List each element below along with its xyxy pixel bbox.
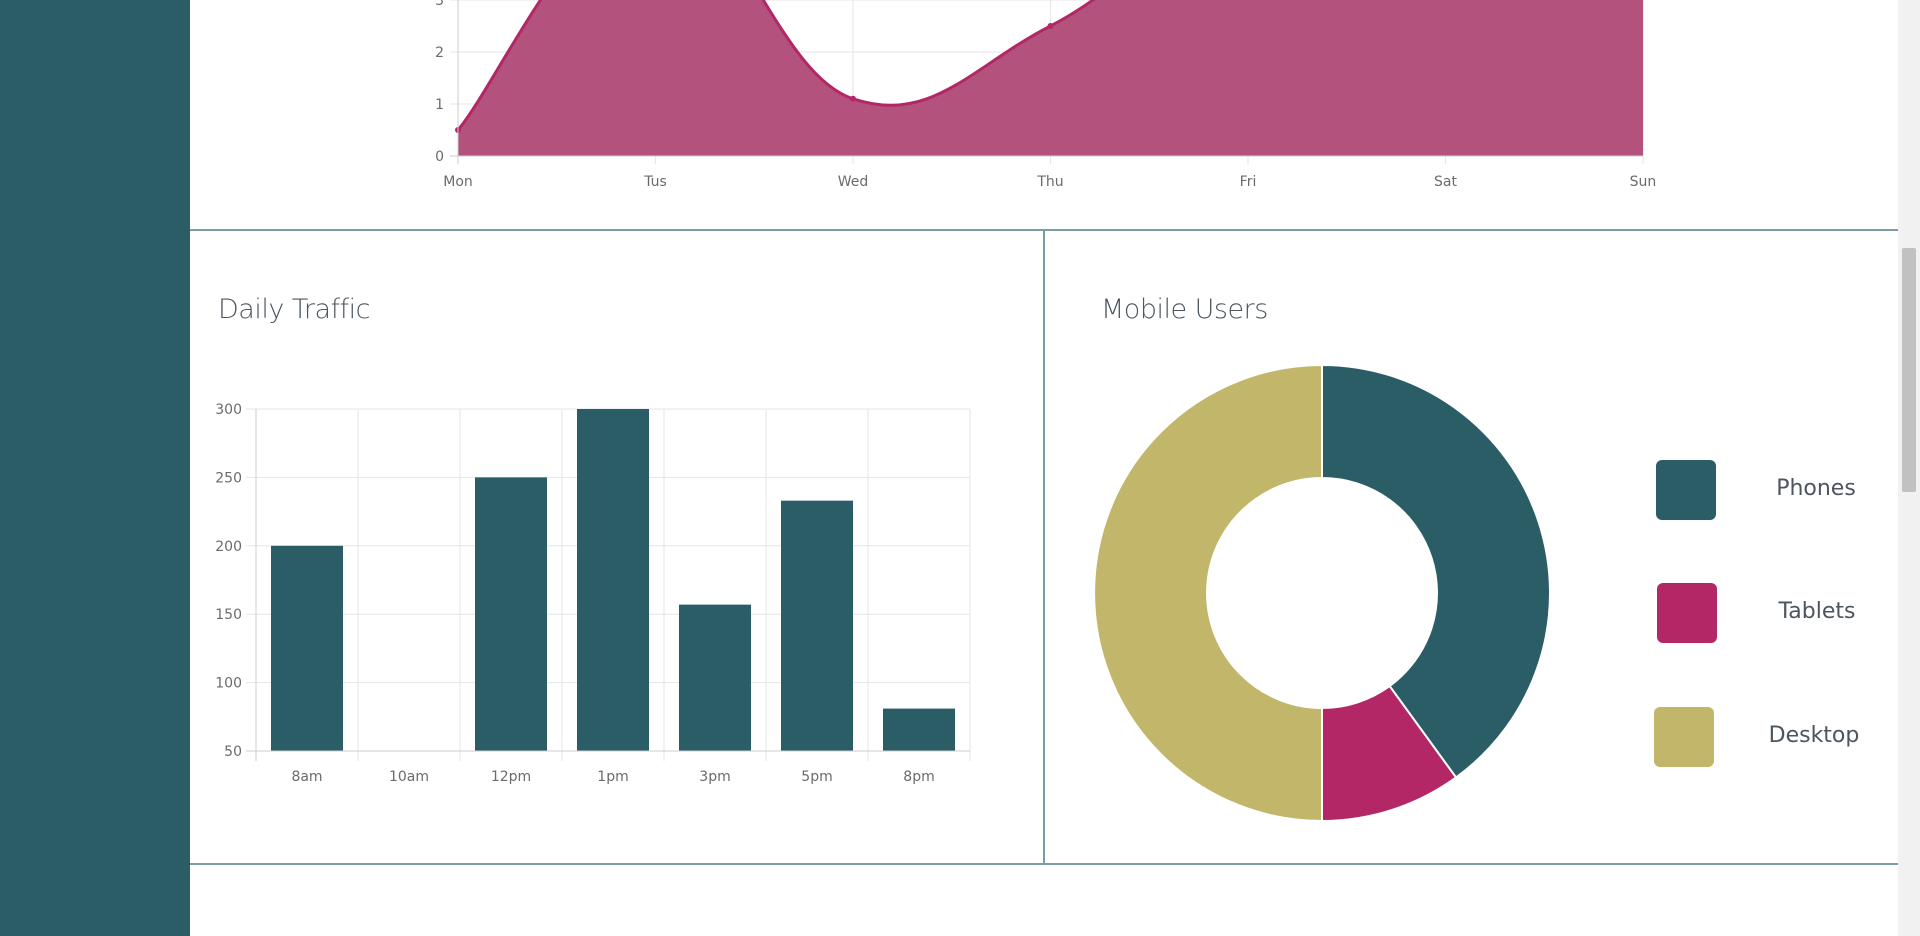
bar-y-tick-label: 300: [215, 402, 242, 418]
legend-item-phones: Phones: [1656, 460, 1896, 524]
bar-y-tick-label: 250: [215, 470, 242, 486]
bar-y-tick-label: 50: [224, 744, 242, 760]
legend-swatch-desktop: [1654, 707, 1714, 767]
weekly-y-tick-label: 0: [435, 149, 444, 165]
daily-traffic-chart: 50 100 150 200 250 300 8am 10am 12pm 1pm 3pm 5pm 8pm: [215, 402, 971, 785]
weekly-x-tick-label: Sat: [1434, 174, 1457, 190]
legend-swatch-phones: [1656, 460, 1716, 520]
weekly-y-tick-label: 1: [435, 97, 444, 113]
weekly-x-tick-label: Fri: [1240, 174, 1257, 190]
mobile-users-chart: [1093, 363, 1551, 823]
mobile-users-title: Mobile Users: [1101, 294, 1268, 325]
sidebar: [0, 0, 190, 936]
bar-x-tick-label: 3pm: [699, 769, 730, 785]
weekly-point: [1047, 23, 1054, 29]
legend-label-tablets: Tablets: [1778, 599, 1856, 624]
bar-x-tick-label: 5pm: [801, 769, 832, 785]
donut-slice-desktop: [1093, 363, 1323, 823]
legend-swatch-tablets: [1657, 583, 1717, 643]
bar-y-tick-label: 100: [215, 676, 242, 692]
panel-divider: [1043, 230, 1045, 864]
vertical-scrollbar[interactable]: [1898, 0, 1920, 936]
weekly-x-tick-label: Wed: [838, 174, 869, 190]
bar-x-tick-label: 8pm: [903, 769, 934, 785]
bar-3pm: [679, 604, 751, 751]
bar-y-tick-label: 200: [215, 539, 242, 555]
weekly-traffic-chart: 0 1 2 3 Mon Tus Wed Thu Fri Sat Sun: [435, 0, 1657, 190]
bar-x-tick-label: 8am: [291, 769, 322, 785]
bar-y-tick-label: 150: [215, 607, 242, 623]
bar-5pm: [781, 500, 853, 751]
bar-x-tick-label: 12pm: [491, 769, 531, 785]
weekly-point: [850, 95, 856, 102]
daily-traffic-title: Daily Traffic: [218, 294, 370, 325]
legend-label-phones: Phones: [1776, 476, 1856, 501]
bar-12pm: [475, 477, 547, 751]
legend-label-desktop: Desktop: [1768, 723, 1860, 748]
weekly-x-tick-label: Sun: [1630, 174, 1657, 190]
bar-1pm: [577, 409, 649, 751]
main-content: 0 1 2 3 Mon Tus Wed Thu Fri Sat Sun Daily Traffic …: [190, 0, 1898, 936]
legend-item-desktop: Desktop: [1654, 707, 1894, 771]
weekly-x-tick-label: Tus: [643, 174, 667, 190]
weekly-y-tick-label: 3: [435, 0, 444, 9]
bar-8am: [271, 545, 343, 751]
section-divider-bottom: [190, 863, 1898, 865]
weekly-x-tick-label: Mon: [443, 174, 473, 190]
bar-8pm: [883, 708, 955, 751]
scrollbar-thumb[interactable]: [1902, 248, 1916, 492]
weekly-y-tick-label: 2: [435, 45, 444, 61]
weekly-x-tick-label: Thu: [1036, 174, 1063, 190]
bar-x-tick-label: 1pm: [597, 769, 628, 785]
legend-item-tablets: Tablets: [1657, 583, 1897, 647]
bar-x-tick-label: 10am: [389, 769, 429, 785]
